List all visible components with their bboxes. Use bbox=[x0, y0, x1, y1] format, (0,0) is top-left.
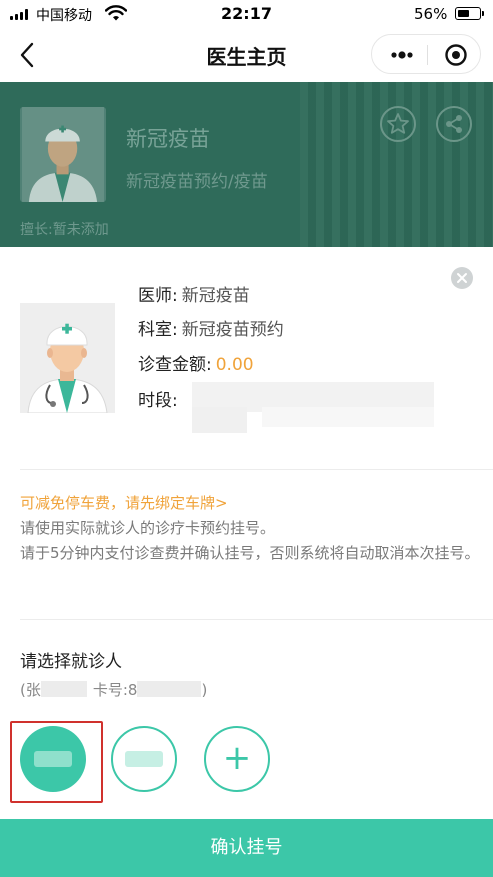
nav-bar: 医生主页 bbox=[0, 28, 493, 82]
fee-value: 0.00 bbox=[215, 355, 254, 375]
header-department: 新冠疫苗预约/疫苗 bbox=[126, 172, 268, 192]
close-mini-program-button[interactable] bbox=[434, 41, 474, 69]
doctor-value: 新冠疫苗 bbox=[181, 286, 250, 306]
divider bbox=[20, 469, 493, 470]
notice-line: 请于5分钟内支付诊查费并确认挂号，否则系统将自动取消本次挂号。 bbox=[20, 543, 480, 562]
doctor-header: 新冠疫苗 新冠疫苗预约/疫苗 擅长:暂未添加 bbox=[0, 82, 493, 247]
department-row: 科室: 新冠疫苗预约 bbox=[138, 315, 284, 340]
doctor-avatar bbox=[20, 303, 115, 413]
header-specialty: 擅长:暂未添加 bbox=[20, 222, 109, 238]
patient-name-redacted bbox=[40, 681, 87, 697]
capsule-divider bbox=[427, 45, 428, 65]
status-bar: 中国移动 22:17 56% bbox=[0, 0, 493, 28]
doctor-label: 医师: bbox=[138, 286, 178, 306]
close-button[interactable] bbox=[451, 267, 473, 289]
add-patient-button[interactable]: + bbox=[204, 726, 270, 792]
patient-section-title: 请选择就诊人 bbox=[20, 652, 122, 672]
target-circle-icon bbox=[445, 44, 467, 66]
share-button[interactable] bbox=[436, 106, 472, 142]
bind-license-plate-link[interactable]: 可减免停车费，请先绑定车牌> bbox=[20, 492, 228, 513]
confirm-appointment-button[interactable]: 确认挂号 bbox=[0, 819, 493, 877]
notice-line: 请使用实际就诊人的诊疗卡预约挂号。 bbox=[20, 519, 276, 537]
close-icon bbox=[457, 273, 467, 283]
more-button[interactable] bbox=[382, 41, 422, 69]
plus-icon: + bbox=[222, 738, 252, 778]
header-doctor-name: 新冠疫苗 bbox=[126, 127, 210, 151]
favorite-button[interactable] bbox=[380, 106, 416, 142]
fee-row: 诊查金额: 0.00 bbox=[138, 350, 254, 375]
star-icon bbox=[387, 113, 409, 134]
patient-card-label: 卡号:8 bbox=[92, 681, 138, 699]
doctor-illustration bbox=[20, 303, 115, 413]
patient-name-redacted bbox=[34, 751, 72, 767]
time-slot-row: 时段: bbox=[138, 386, 178, 411]
doctor-row: 医师: 新冠疫苗 bbox=[138, 281, 250, 306]
doctor-illustration bbox=[21, 107, 105, 202]
battery-percent: 56% bbox=[414, 5, 448, 23]
department-value: 新冠疫苗预约 bbox=[181, 320, 284, 340]
patient-card-redacted bbox=[137, 681, 202, 697]
divider bbox=[20, 619, 493, 620]
battery-level-fill bbox=[458, 10, 469, 17]
battery-icon bbox=[455, 7, 481, 20]
share-icon bbox=[446, 115, 462, 133]
more-dots-icon bbox=[391, 51, 413, 59]
time-slot-redacted bbox=[262, 407, 434, 427]
patient-name-redacted bbox=[125, 751, 163, 767]
battery-tip bbox=[482, 11, 484, 16]
mini-program-capsule bbox=[371, 34, 481, 74]
appointment-sheet: 医师: 新冠疫苗 科室: 新冠疫苗预约 诊查金额: 0.00 时段: 可减免停车费，请… bbox=[0, 247, 493, 877]
doctor-avatar bbox=[20, 107, 106, 202]
fee-label: 诊查金额: bbox=[138, 355, 212, 375]
time-slot-label: 时段: bbox=[138, 391, 178, 411]
patient-option-selected[interactable] bbox=[20, 726, 86, 792]
time-slot-redacted bbox=[192, 407, 247, 433]
patient-option[interactable] bbox=[111, 726, 177, 792]
patient-info-suffix: ) bbox=[201, 681, 208, 699]
appointment-notice: 请使用实际就诊人的诊疗卡预约挂号。 请于5分钟内支付诊查费并确认挂号，否则系统将… bbox=[20, 516, 480, 565]
department-label: 科室: bbox=[138, 320, 178, 340]
patient-info: (张 卡号:8) bbox=[20, 679, 207, 700]
patient-name-prefix: (张 bbox=[20, 681, 41, 699]
